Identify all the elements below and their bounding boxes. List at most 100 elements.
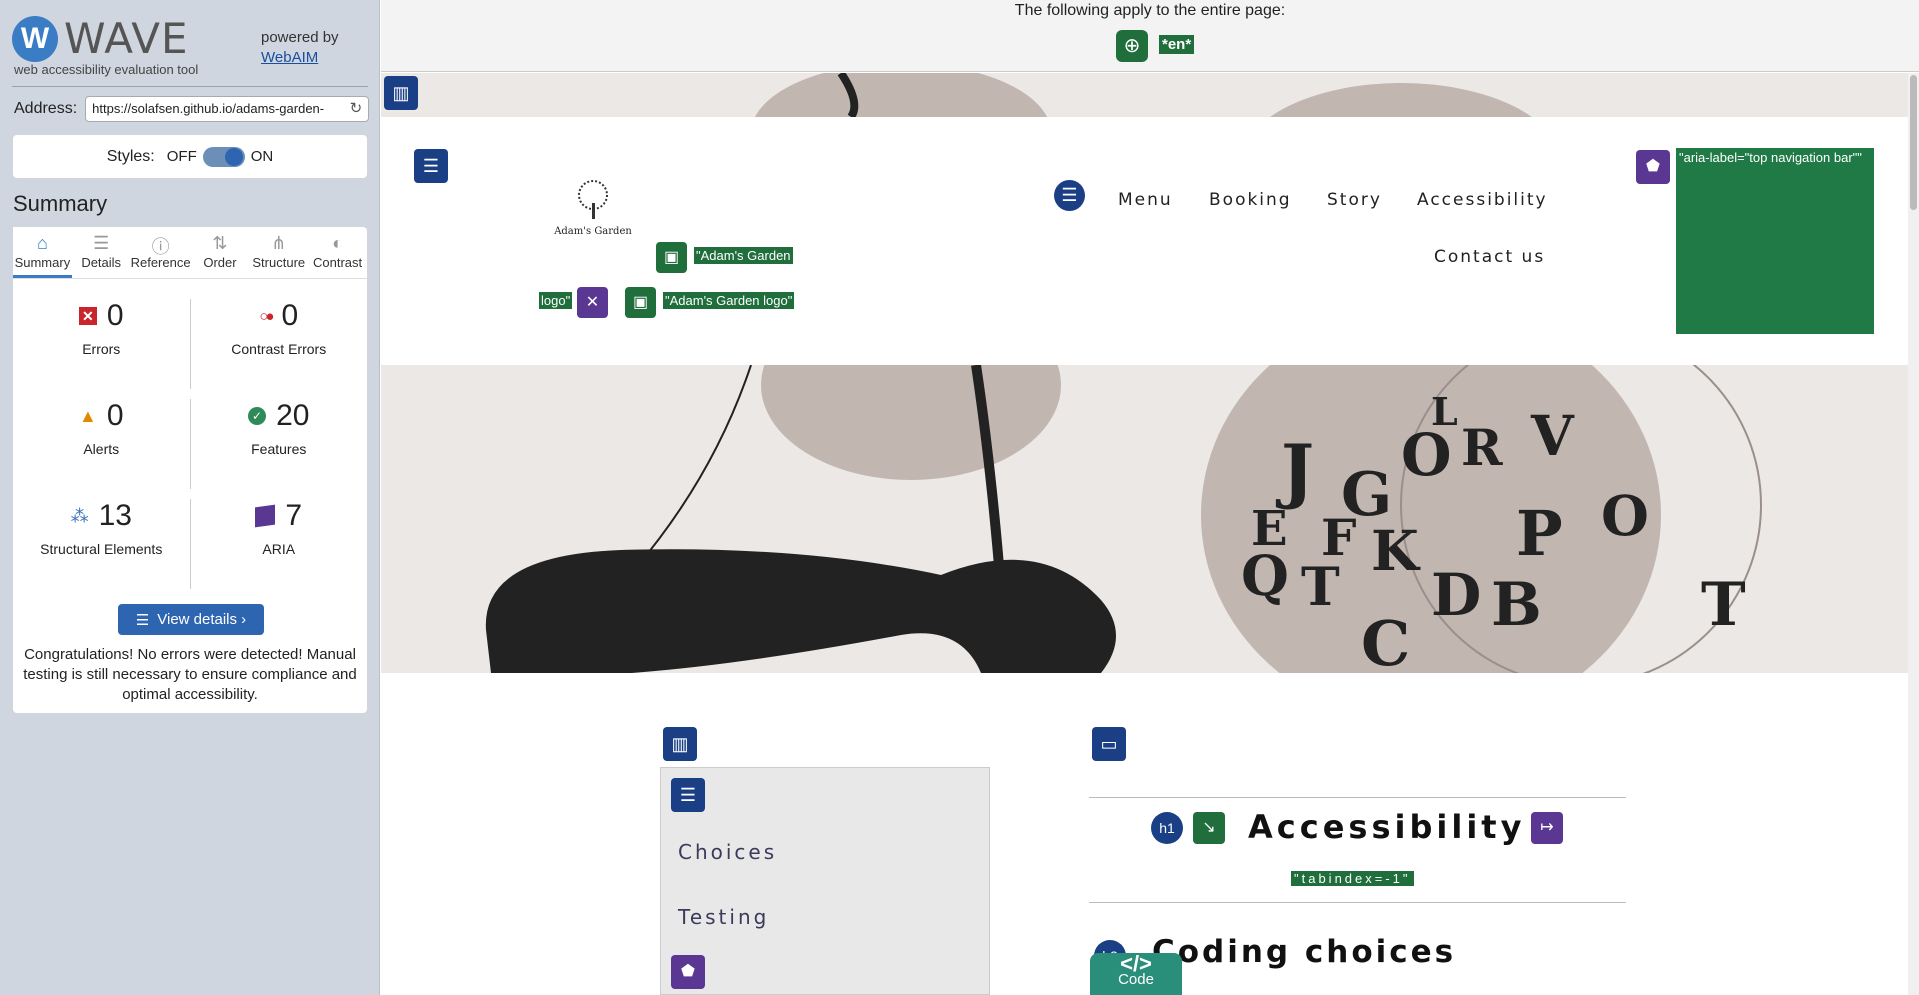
address-value: https://solafsen.github.io/adams-garden-	[92, 101, 325, 116]
svg-text:V: V	[1530, 403, 1575, 468]
tab-structure[interactable]: ⋔ Structure	[249, 227, 308, 278]
stat-aria[interactable]: 7 ARIA	[191, 499, 368, 599]
close-icon[interactable]: ✕	[577, 287, 608, 318]
scrollbar[interactable]	[1908, 73, 1919, 995]
stat-errors[interactable]: ✕ 0 Errors	[13, 299, 191, 389]
tab-label: Structure	[252, 255, 306, 270]
aria-icon	[255, 504, 276, 528]
nav-accessibility[interactable]: Accessibility	[1417, 190, 1548, 210]
svg-text:K: K	[1371, 518, 1421, 583]
side-link-choices[interactable]: Choices	[678, 840, 777, 864]
list-icon[interactable]: ☰	[1054, 180, 1085, 211]
stat-value: 0	[106, 299, 124, 332]
svg-text:T: T	[1701, 570, 1746, 640]
image-icon[interactable]: ▣	[625, 287, 656, 318]
aria-label-tag: "aria-label="top navigation bar""	[1676, 148, 1874, 334]
stat-value: 7	[285, 499, 303, 532]
divider	[12, 86, 368, 87]
stat-contrast-errors[interactable]: ○● 0 Contrast Errors	[191, 299, 368, 399]
tab-order[interactable]: ⇅ Order	[191, 227, 250, 278]
nav-menu[interactable]: Menu	[1118, 190, 1173, 210]
skip-link-icon[interactable]: ↘	[1193, 812, 1225, 844]
page-preview: The following apply to the entire page: …	[381, 0, 1919, 995]
stat-label: Features	[251, 441, 307, 457]
page-heading: Accessibility	[1248, 808, 1526, 846]
tab-reference[interactable]: ⓘ Reference	[131, 227, 191, 278]
svg-text:T: T	[1301, 557, 1340, 618]
alert-icon: ▲	[78, 405, 97, 426]
summary-title: Summary	[13, 191, 108, 216]
band-decoration	[755, 73, 1532, 117]
toggle-knob	[224, 147, 243, 166]
stat-label: Structural Elements	[40, 541, 163, 557]
svg-text:J: J	[1275, 429, 1314, 512]
stat-value: 20	[276, 399, 310, 432]
lang-tag: *en*	[1159, 35, 1195, 54]
main-icon[interactable]: ▭	[1092, 727, 1126, 761]
code-icon: </>	[1120, 951, 1152, 976]
stat-label: Contrast Errors	[231, 341, 327, 357]
globe-icon[interactable]: ⊕	[1116, 30, 1148, 62]
summary-panel: ⌂ Summary ☰ Details ⓘ Reference ⇅ Order ⋔ Str…	[13, 227, 367, 713]
hero-banner: J G O R V P O B D K F E Q T C T L	[381, 365, 1908, 673]
nav-icon[interactable]: ☰	[671, 778, 705, 812]
alt-tag-1: "Adam's Garden	[694, 247, 793, 264]
header-icon[interactable]: ☰	[414, 149, 448, 183]
alt-tag-1b: logo"	[539, 292, 573, 309]
h1-icon[interactable]: h1	[1151, 812, 1183, 844]
address-label: Address:	[14, 100, 78, 117]
tab-summary[interactable]: ⌂ Summary	[13, 227, 72, 278]
stat-features[interactable]: ✓ 20 Features	[191, 399, 368, 499]
side-navigation: ☰ Choices Testing ⬟	[660, 767, 990, 995]
nav-booking[interactable]: Booking	[1209, 190, 1292, 210]
wave-tagline: web accessibility evaluation tool	[14, 62, 199, 77]
tab-contrast[interactable]: ◐ Contrast	[308, 227, 367, 278]
tag-icon[interactable]: ⬟	[671, 955, 705, 989]
styles-toggle[interactable]	[202, 146, 245, 167]
image-icon[interactable]: ▣	[656, 242, 687, 273]
stat-label: Alerts	[83, 441, 120, 457]
refresh-icon[interactable]: ↻	[350, 97, 363, 121]
stat-structural[interactable]: ⁂ 13 Structural Elements	[13, 499, 191, 589]
structure-icon: ⋔	[271, 233, 287, 253]
structure-icon: ⁂	[70, 505, 89, 526]
tab-label: Details	[81, 255, 122, 270]
code-panel-toggle[interactable]: </> Code	[1090, 953, 1182, 995]
view-details-button[interactable]: ☰ View details ›	[118, 604, 264, 635]
stat-value: 0	[281, 299, 299, 332]
wave-sidebar: W WAVE web accessibility evaluation tool…	[0, 0, 380, 995]
wave-logo-text: WAVE	[64, 14, 189, 63]
contrast-icon: ◐	[332, 233, 343, 253]
nav-story[interactable]: Story	[1327, 190, 1382, 210]
tree-logo-icon	[578, 180, 608, 219]
svg-text:R: R	[1461, 418, 1503, 477]
tag-icon[interactable]: ⬟	[1636, 150, 1670, 184]
side-link-testing[interactable]: Testing	[678, 905, 769, 929]
panel-tabs: ⌂ Summary ☰ Details ⓘ Reference ⇅ Order ⋔ Str…	[13, 227, 367, 279]
address-input[interactable]: https://solafsen.github.io/adams-garden-…	[85, 96, 370, 122]
stat-alerts[interactable]: ▲ 0 Alerts	[13, 399, 191, 489]
stat-label: ARIA	[262, 541, 296, 557]
site-logo: Adam's Garden	[553, 179, 633, 237]
webaim-link[interactable]: WebAIM	[261, 49, 318, 66]
info-icon: ⓘ	[151, 237, 170, 257]
order-icon: ⇅	[212, 233, 228, 253]
feature-icon: ✓	[248, 407, 267, 425]
svg-text:B: B	[1491, 570, 1542, 640]
svg-text:D: D	[1431, 561, 1481, 629]
main-region-icon[interactable]: ▥	[384, 76, 418, 110]
tab-details[interactable]: ☰ Details	[72, 227, 131, 278]
aside-icon[interactable]: ▥	[663, 727, 697, 761]
powered-by: powered by WebAIM	[261, 28, 339, 68]
scrollbar-thumb[interactable]	[1910, 75, 1917, 210]
section-heading: Coding choices	[1152, 934, 1457, 970]
logo-caption: Adam's Garden	[554, 226, 632, 237]
nav-contact[interactable]: Contact us	[1434, 247, 1545, 267]
tabindex-icon[interactable]: ↦	[1531, 812, 1563, 844]
divider	[1089, 902, 1626, 903]
stat-value: 0	[106, 399, 124, 432]
stat-value: 13	[98, 499, 132, 532]
powered-by-label: powered by	[261, 29, 339, 46]
error-icon: ✕	[78, 307, 97, 325]
svg-text:P: P	[1516, 497, 1563, 570]
